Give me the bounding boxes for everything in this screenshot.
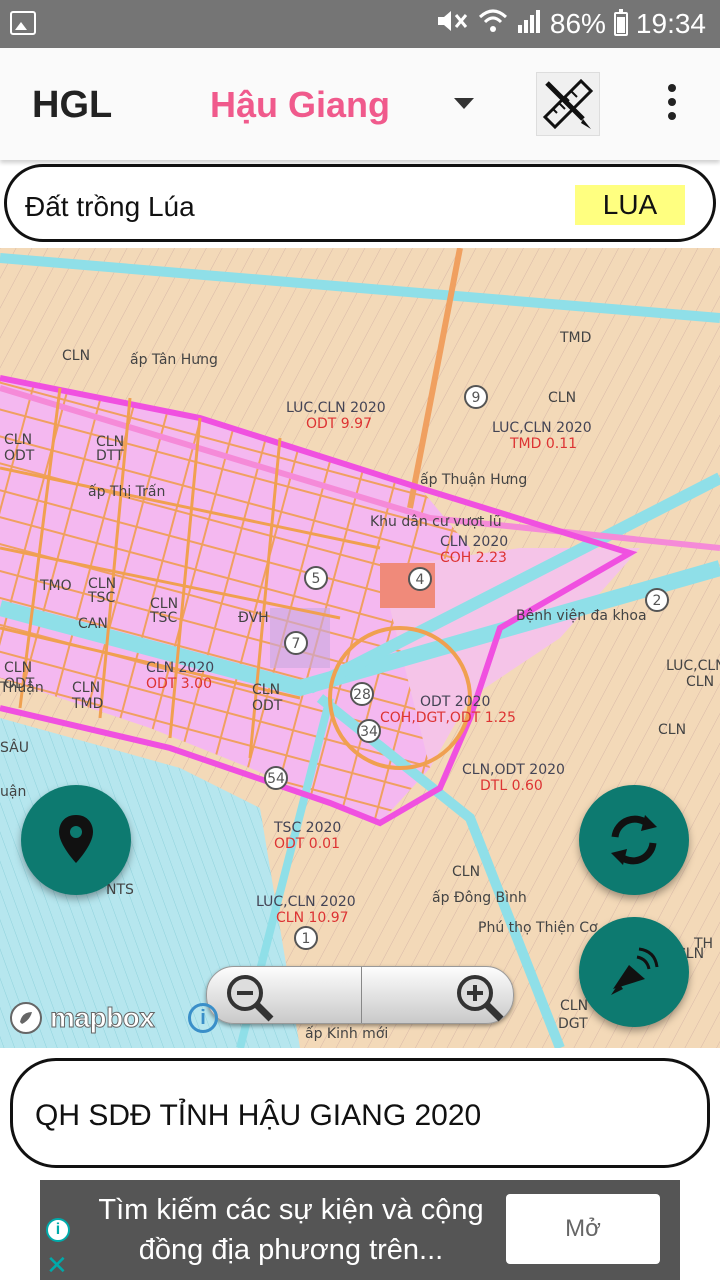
svg-text:9: 9 <box>472 390 481 406</box>
map-label: TMD <box>559 330 591 346</box>
map-label: DTT <box>96 448 124 464</box>
zoom-controls <box>206 966 514 1024</box>
svg-text:5: 5 <box>312 571 321 587</box>
status-bar: 86% 19:34 <box>0 0 720 48</box>
ad-open-button[interactable]: Mở <box>506 1194 660 1264</box>
map-label: LUC,CLN 2020 <box>256 894 356 910</box>
map-label: CLN <box>548 390 576 406</box>
ad-info-icon[interactable]: i <box>46 1218 70 1242</box>
svg-text:28: 28 <box>353 687 371 703</box>
mute-icon <box>434 7 470 42</box>
map-label: CLN <box>62 348 90 364</box>
map-label: ODT 3.00 <box>146 676 212 692</box>
ad-banner[interactable]: Tìm kiếm các sự kiện và cộng đồng địa ph… <box>40 1180 680 1280</box>
map-label: ấp Thuận Hưng <box>420 472 527 488</box>
map-label: ODT 2020 <box>420 694 490 710</box>
map-label: ODT 0.01 <box>274 836 340 852</box>
map-label: CLN <box>686 674 714 690</box>
map-label: SÂU <box>0 738 29 756</box>
map-label: Khu dân cư vượt lũ <box>370 514 502 530</box>
zoom-in-button[interactable] <box>361 967 515 1023</box>
map-label: DTL 0.60 <box>480 778 543 794</box>
mapbox-logo: mapbox <box>8 998 155 1038</box>
svg-text:7: 7 <box>292 636 301 652</box>
svg-text:1: 1 <box>302 931 311 947</box>
svg-text:34: 34 <box>360 724 378 740</box>
province-selector[interactable]: Hậu Giang <box>210 84 390 126</box>
wifi-icon <box>478 7 508 42</box>
app-bar: HGL Hậu Giang <box>0 48 720 160</box>
map-label: ĐVH <box>238 610 269 626</box>
map-label: COH,DGT,ODT 1.25 <box>380 710 516 726</box>
drawing-tools-button[interactable] <box>536 72 600 136</box>
my-location-button[interactable] <box>21 785 131 895</box>
map-label: CLN <box>4 660 32 676</box>
map-label: TH <box>693 936 713 952</box>
zoom-in-icon <box>457 975 504 1022</box>
refresh-button[interactable] <box>579 785 689 895</box>
mapbox-mark-icon <box>10 1002 42 1034</box>
svg-text:2: 2 <box>653 593 662 609</box>
map-label: TMO <box>39 578 72 594</box>
svg-text:54: 54 <box>267 771 285 787</box>
map-label: CLN 10.97 <box>276 910 349 926</box>
map-label: ấp Kinh mới <box>305 1026 388 1042</box>
more-vert-icon[interactable] <box>660 84 684 124</box>
land-use-info: Đất trồng Lúa LUA <box>4 164 716 242</box>
dropdown-arrow-icon[interactable] <box>454 98 474 109</box>
map-label: ODT 9.97 <box>306 416 372 432</box>
app-title: HGL <box>32 84 113 126</box>
map-label: ấp Thị Trấn <box>88 484 165 500</box>
map-label: LUC,CLN 2020 <box>286 400 386 416</box>
map-label: LUC,CLN <box>666 658 720 674</box>
zoom-out-button[interactable] <box>207 967 362 1023</box>
map-label: ấp Đông Bình <box>432 890 527 906</box>
map-label: ấp Tân Hưng <box>130 352 218 368</box>
map-label: Thuận <box>0 680 44 696</box>
map-label: ODT <box>4 448 35 464</box>
satellite-dish-icon <box>611 947 659 995</box>
land-use-name: Đất trồng Lúa <box>25 191 195 222</box>
map-label: TSC 2020 <box>273 820 341 836</box>
gallery-icon <box>10 11 36 35</box>
map-layer-title[interactable]: QH SDĐ TỈNH HẬU GIANG 2020 <box>10 1058 710 1168</box>
land-use-code: LUA <box>575 185 685 225</box>
clock: 19:34 <box>635 8 706 39</box>
zoom-out-icon <box>227 975 274 1022</box>
drawing-tools-icon <box>542 78 594 130</box>
map-label: CLN <box>658 722 686 738</box>
refresh-icon <box>611 815 657 865</box>
battery-icon <box>613 9 628 36</box>
map-label: ODT <box>252 698 283 714</box>
map-label: LUC,CLN 2020 <box>492 420 592 436</box>
map-layer-label: QH SDĐ TỈNH HẬU GIANG 2020 <box>35 1099 482 1132</box>
map-label: CLN <box>4 432 32 448</box>
map-label: TSC <box>149 610 177 626</box>
map-label: TMD <box>71 696 103 712</box>
map-label: TSC <box>87 590 115 606</box>
satellite-layer-button[interactable] <box>579 917 689 1027</box>
map-label: TMD 0.11 <box>509 436 577 452</box>
ad-close-icon[interactable]: ✕ <box>46 1250 68 1281</box>
map-label: COH 2.23 <box>440 550 507 566</box>
mapbox-wordmark: mapbox <box>49 1002 155 1034</box>
svg-text:4: 4 <box>416 572 425 588</box>
map-label: CLN,ODT 2020 <box>462 762 565 778</box>
location-pin-icon <box>59 815 93 863</box>
map-attribution-info-icon[interactable]: i <box>188 1003 218 1033</box>
ad-text: Tìm kiếm các sự kiện và cộng đồng địa ph… <box>98 1194 484 1266</box>
signal-icon <box>516 7 542 42</box>
map-label: CLN 2020 <box>146 660 214 676</box>
map-label: CLN <box>252 682 280 698</box>
map-label: CLN 2020 <box>440 534 508 550</box>
map-label: CLN <box>72 680 100 696</box>
battery-percent: 86% <box>549 8 606 39</box>
map-label: CLN <box>452 864 480 880</box>
map-label: CAN <box>78 616 108 632</box>
map-label: Bệnh viện đa khoa <box>516 608 647 624</box>
